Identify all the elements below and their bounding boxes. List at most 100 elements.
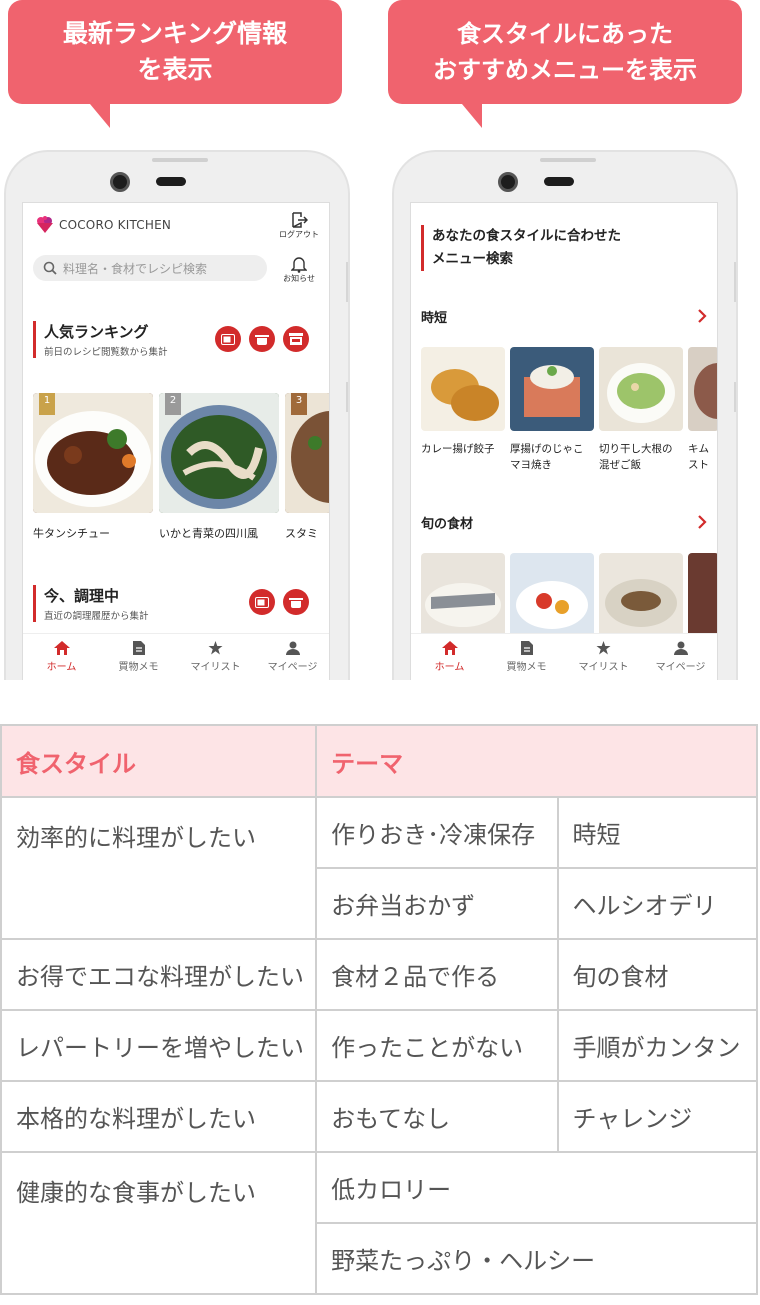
recommend-heading: あなたの食スタイルに合わせた メニュー検索	[421, 225, 621, 271]
notice-label: お知らせ	[283, 274, 315, 283]
tab-shopping-memo-label: 買物メモ	[118, 662, 159, 673]
rank-item-name-3[interactable]: スタミ	[285, 525, 318, 541]
logout-button[interactable]: ログアウト	[279, 211, 319, 240]
tab-home[interactable]: ホーム	[411, 634, 488, 680]
food-photo-kimchi	[688, 347, 717, 431]
logout-icon	[292, 212, 308, 228]
microwave-filter-button[interactable]	[215, 326, 241, 352]
theme-cell: 野菜たっぷり・ヘルシー	[315, 1222, 758, 1295]
recipe-thumb-8[interactable]	[688, 553, 717, 637]
app-logo[interactable]: COCORO KITCHEN	[35, 215, 171, 235]
cooking-subtitle: 直近の調理履歴から集計	[44, 611, 149, 622]
cooking-header: 今、調理中 直近の調理履歴から集計	[33, 585, 149, 622]
header-theme: テーマ	[315, 724, 758, 798]
header-food-style: 食スタイル	[0, 724, 318, 798]
tab-my-list-label: マイリスト	[190, 662, 241, 673]
rank-item-name-2[interactable]: いかと青菜の四川風	[159, 525, 258, 541]
tab-my-list[interactable]: マイリスト	[177, 634, 254, 680]
bell-icon	[291, 257, 308, 273]
tab-shopping-memo[interactable]: 買物メモ	[488, 634, 565, 680]
theme-cell: 作りおき･冷凍保存	[315, 796, 559, 869]
recommend-heading-line2: メニュー検索	[432, 251, 513, 267]
tab-my-page[interactable]: マイページ	[642, 634, 717, 680]
chevron-right-icon[interactable]	[697, 515, 707, 529]
table-row: お得でエコな料理がしたい 食材２品で作る 旬の食材	[0, 938, 758, 1011]
microwave-icon	[255, 596, 269, 608]
microwave-icon	[221, 333, 235, 345]
rank-card-3[interactable]: 3	[285, 393, 329, 513]
recipe-thumb-4[interactable]	[688, 347, 717, 431]
person-icon	[673, 641, 688, 655]
rank-badge-2: 2	[165, 393, 181, 415]
pot-filter-button[interactable]	[283, 589, 309, 615]
callout-tail	[462, 104, 482, 128]
recipe-thumb-7[interactable]	[599, 553, 683, 637]
app-screen-recommend: あなたの食スタイルに合わせた メニュー検索 時短 カレー揚げ餃子 厚揚げのじゃこ…	[410, 202, 718, 680]
bottom-tab-bar: ホーム 買物メモ マイリスト マイページ	[23, 633, 329, 680]
theme-cell: 旬の食材	[556, 938, 758, 1011]
rank-item-name-1[interactable]: 牛タンシチュー	[33, 525, 110, 541]
food-style-cell: 効率的に料理がしたい	[0, 796, 318, 940]
microwave-filter-button[interactable]	[249, 589, 275, 615]
food-style-cell: 本格的な料理がしたい	[0, 1080, 318, 1153]
food-photo-kiriboshi	[599, 347, 683, 431]
recipe-thumb-5[interactable]	[421, 553, 505, 637]
rank-badge-1: 1	[39, 393, 55, 415]
rank-badge-3: 3	[291, 393, 307, 415]
callout-ranking-line2: を表示	[137, 55, 213, 84]
food-photo-fish	[421, 553, 505, 637]
tab-shopping-memo-label: 買物メモ	[506, 662, 547, 673]
search-placeholder: 料理名・食材でレシピ検索	[63, 261, 208, 276]
callout-recommend-line2: おすすめメニューを表示	[433, 56, 697, 84]
home-icon	[441, 641, 458, 655]
home-icon	[53, 641, 70, 655]
chevron-right-icon[interactable]	[697, 309, 707, 323]
search-input[interactable]: 料理名・食材でレシピ検索	[33, 255, 267, 281]
table-row: 効率的に料理がしたい 作りおき･冷凍保存 時短	[0, 796, 758, 940]
table-row: 本格的な料理がしたい おもてなし チャレンジ	[0, 1080, 758, 1153]
theme-cell: 食材２品で作る	[315, 938, 559, 1011]
pot-icon	[289, 598, 303, 608]
recipe-name-1[interactable]: カレー揚げ餃子	[421, 441, 495, 457]
section-jitan-title: 時短	[421, 311, 448, 326]
theme-cell: おもてなし	[315, 1080, 559, 1153]
food-style-cell: 健康的な食事がしたい	[0, 1151, 318, 1295]
tab-my-page[interactable]: マイページ	[254, 634, 329, 680]
pot-filter-button[interactable]	[249, 326, 275, 352]
memo-icon	[520, 641, 533, 655]
callout-ranking: 最新ランキング情報 を表示	[8, 0, 342, 128]
ranking-title: 人気ランキング	[44, 323, 149, 341]
tab-home[interactable]: ホーム	[23, 634, 100, 680]
oven-icon	[289, 333, 303, 345]
recipe-name-2[interactable]: 厚揚げのじゃこ マヨ焼き	[510, 441, 584, 473]
tab-shopping-memo[interactable]: 買物メモ	[100, 634, 177, 680]
callout-tail	[90, 104, 110, 128]
tab-my-list-label: マイリスト	[578, 662, 629, 673]
callout-recommend: 食スタイルにあった おすすめメニューを表示	[388, 0, 742, 128]
recipe-name-3[interactable]: 切り干し大根の 混ぜご飯	[599, 441, 673, 473]
recipe-thumb-6[interactable]	[510, 553, 594, 637]
recipe-thumb-3[interactable]	[599, 347, 683, 431]
logout-label: ログアウト	[279, 230, 319, 239]
food-photo-season-4	[688, 553, 717, 637]
star-icon	[596, 641, 611, 655]
table-row: 健康的な食事がしたい 低カロリー	[0, 1151, 758, 1295]
theme-cell: ヘルシオデリ	[556, 867, 758, 940]
recipe-thumb-1[interactable]	[421, 347, 505, 431]
notice-button[interactable]: お知らせ	[283, 255, 315, 284]
recipe-name-4[interactable]: キム スト	[688, 441, 709, 473]
tab-home-label: ホーム	[46, 662, 77, 673]
recipe-thumb-2[interactable]	[510, 347, 594, 431]
ranking-header: 人気ランキング 前日のレシピ閲覧数から集計	[33, 321, 168, 358]
tab-my-list[interactable]: マイリスト	[565, 634, 642, 680]
theme-cell: 作ったことがない	[315, 1009, 559, 1082]
memo-icon	[132, 641, 145, 655]
rank-card-1[interactable]: 1	[33, 393, 153, 513]
food-style-cell: お得でエコな料理がしたい	[0, 938, 318, 1011]
rank-card-2[interactable]: 2	[159, 393, 279, 513]
theme-cell: お弁当おかず	[315, 867, 559, 940]
phone-ranking: COCORO KITCHEN ログアウト 料理名・食材でレシピ検索 お知らせ 人…	[4, 150, 350, 680]
logo-text: COCORO KITCHEN	[59, 218, 172, 232]
theme-cell: 低カロリー	[315, 1151, 758, 1224]
oven-filter-button[interactable]	[283, 326, 309, 352]
